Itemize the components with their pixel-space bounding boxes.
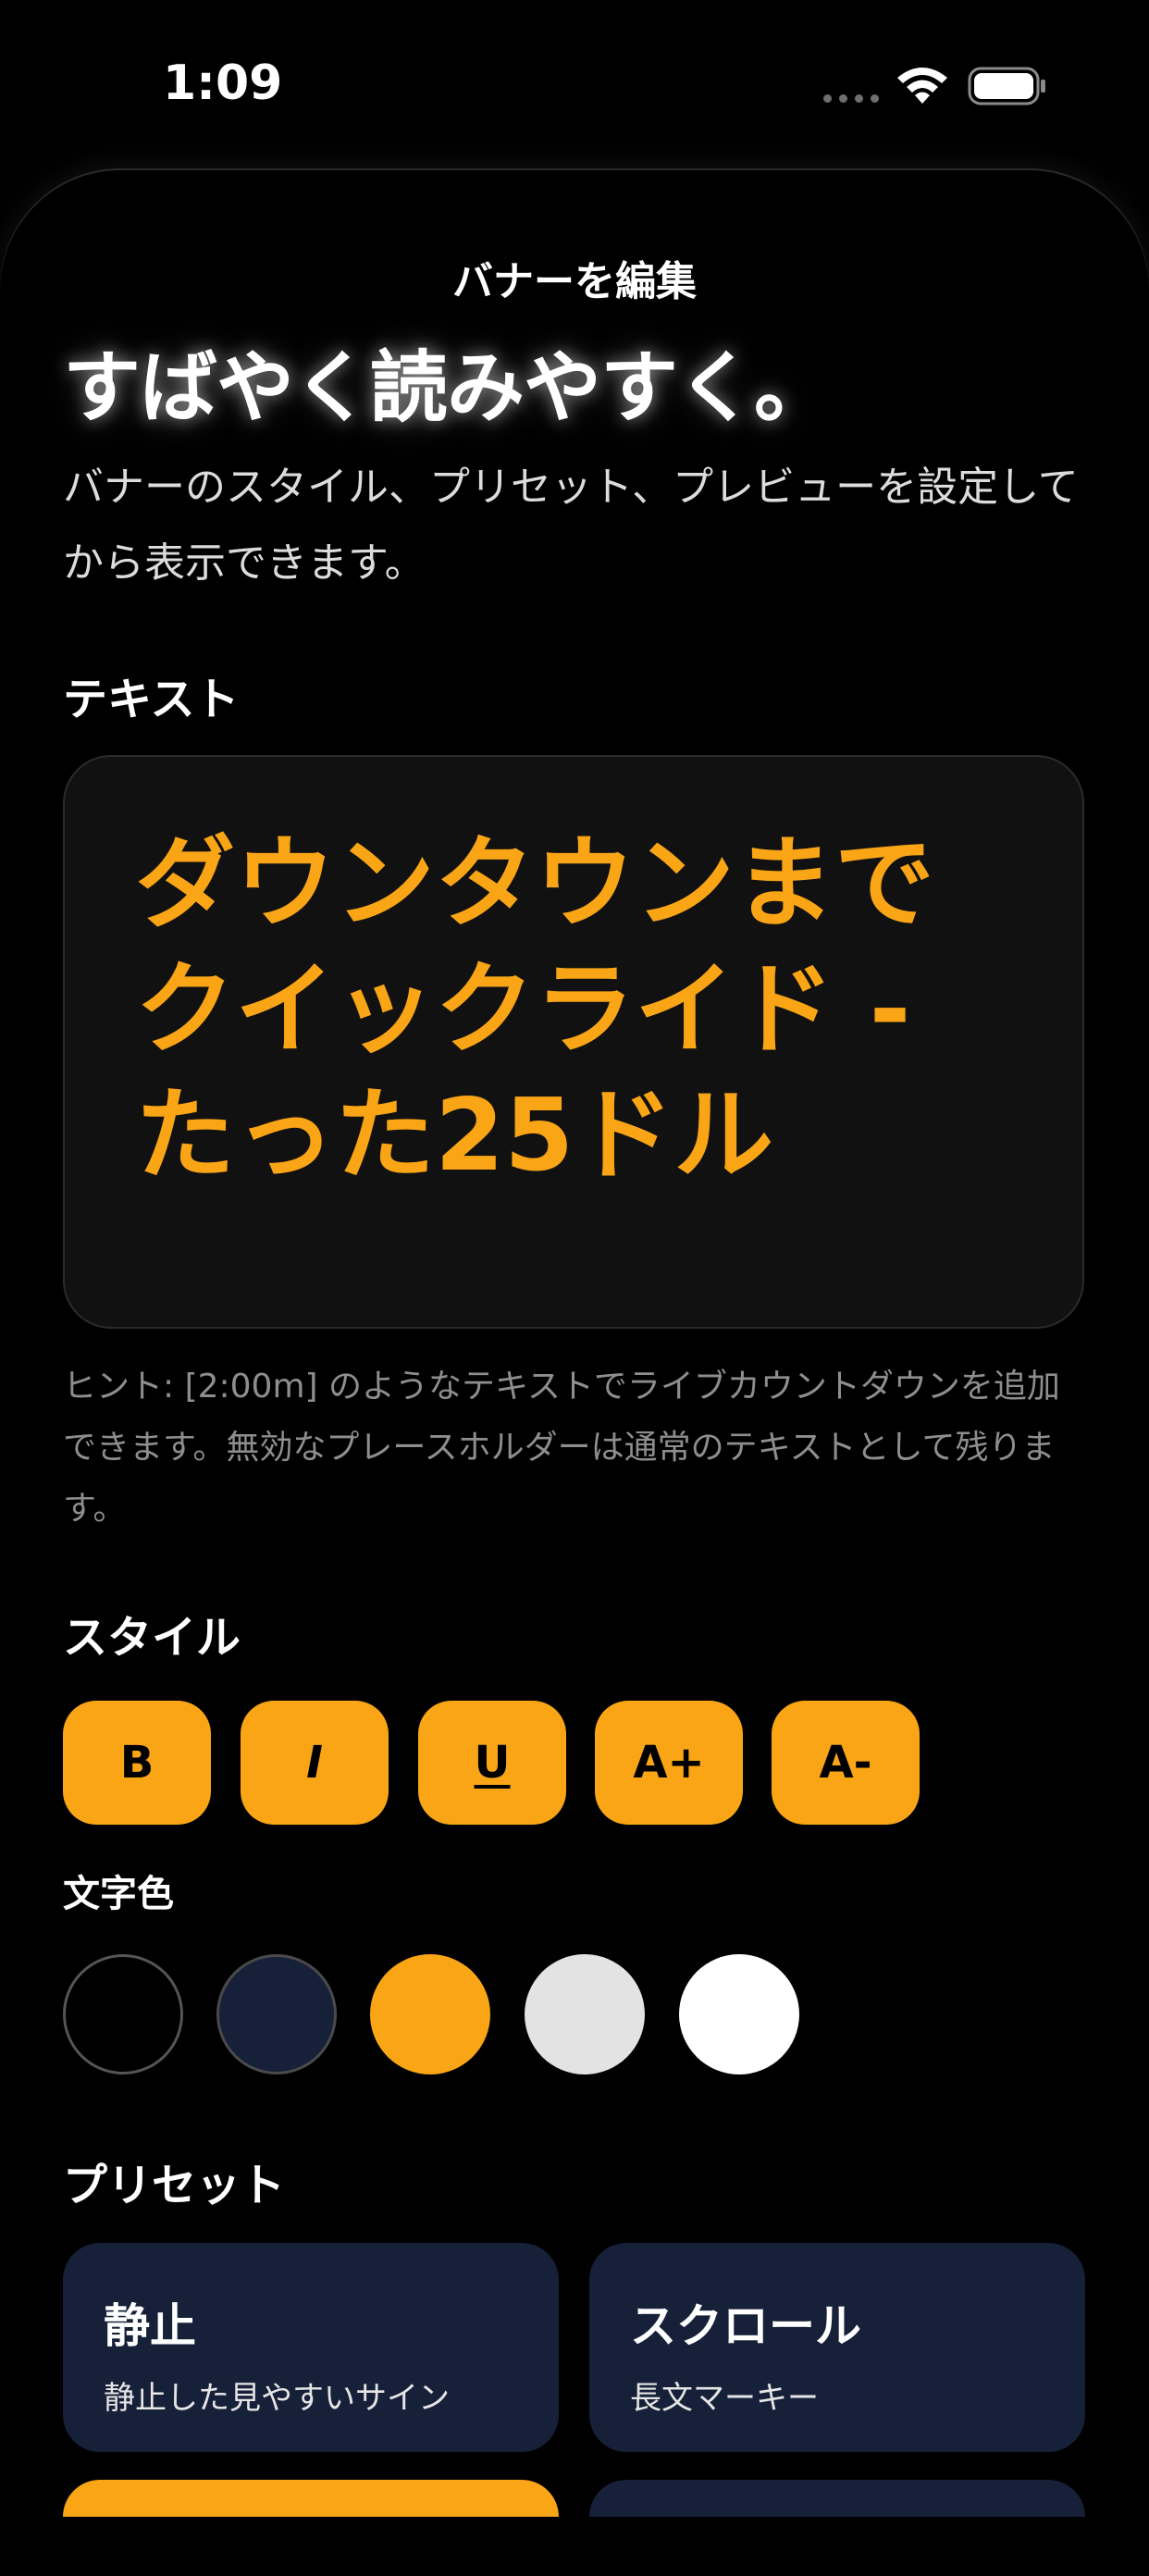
- color-swatch-white[interactable]: [679, 1954, 799, 2074]
- banner-text-value: ダウンタウンまでクイックライド - たった25ドル: [135, 826, 935, 1194]
- battery-icon: [968, 67, 1045, 105]
- style-section-label: スタイル: [63, 1612, 241, 1664]
- color-swatch-navy[interactable]: [216, 1954, 337, 2074]
- text-color-label: 文字色: [63, 1873, 174, 1915]
- wifi-icon: [897, 68, 947, 104]
- banner-text-editor[interactable]: ダウンタウンまでクイックライド - たった25ドル: [63, 755, 1084, 1329]
- sheet-title: バナーを編集: [452, 258, 697, 305]
- underline-button[interactable]: U: [418, 1701, 566, 1825]
- status-bar: 1:09: [0, 0, 1149, 167]
- decrease-font-size-button[interactable]: A-: [772, 1701, 920, 1825]
- preset-card-peek[interactable]: [589, 2480, 1085, 2517]
- preset-title: スクロール: [630, 2299, 861, 2353]
- cellular-signal-icon: [823, 94, 881, 104]
- italic-button[interactable]: I: [241, 1701, 389, 1825]
- color-swatch-orange[interactable]: [370, 1954, 490, 2074]
- hero-title: すばやく読みやすく。: [63, 342, 832, 433]
- preset-subtitle: 静止した見やすいサイン: [104, 2380, 450, 2417]
- preset-title: 静止: [104, 2299, 196, 2353]
- increase-font-size-button[interactable]: A+: [595, 1701, 743, 1825]
- preset-static-card[interactable]: 静止 静止した見やすいサイン: [63, 2243, 559, 2452]
- preset-subtitle: 長文マーキー: [630, 2380, 819, 2417]
- hero-subtitle: バナーのスタイル、プリセット、プレビューを設定してから表示できます。: [63, 464, 1079, 587]
- bold-button[interactable]: B: [63, 1701, 211, 1825]
- preset-scroll-card[interactable]: スクロール 長文マーキー: [589, 2243, 1085, 2452]
- color-swatch-light-gray[interactable]: [525, 1954, 645, 2074]
- countdown-hint: ヒント: [2:00m] のようなテキストでライブカウントダウンを追加できます。…: [63, 1368, 1060, 1528]
- status-time: 1:09: [163, 56, 283, 111]
- color-swatch-black[interactable]: [63, 1954, 183, 2074]
- preset-card-peek[interactable]: [63, 2480, 559, 2517]
- text-section-label: テキスト: [63, 674, 240, 725]
- presets-section-label: プリセット: [63, 2160, 286, 2211]
